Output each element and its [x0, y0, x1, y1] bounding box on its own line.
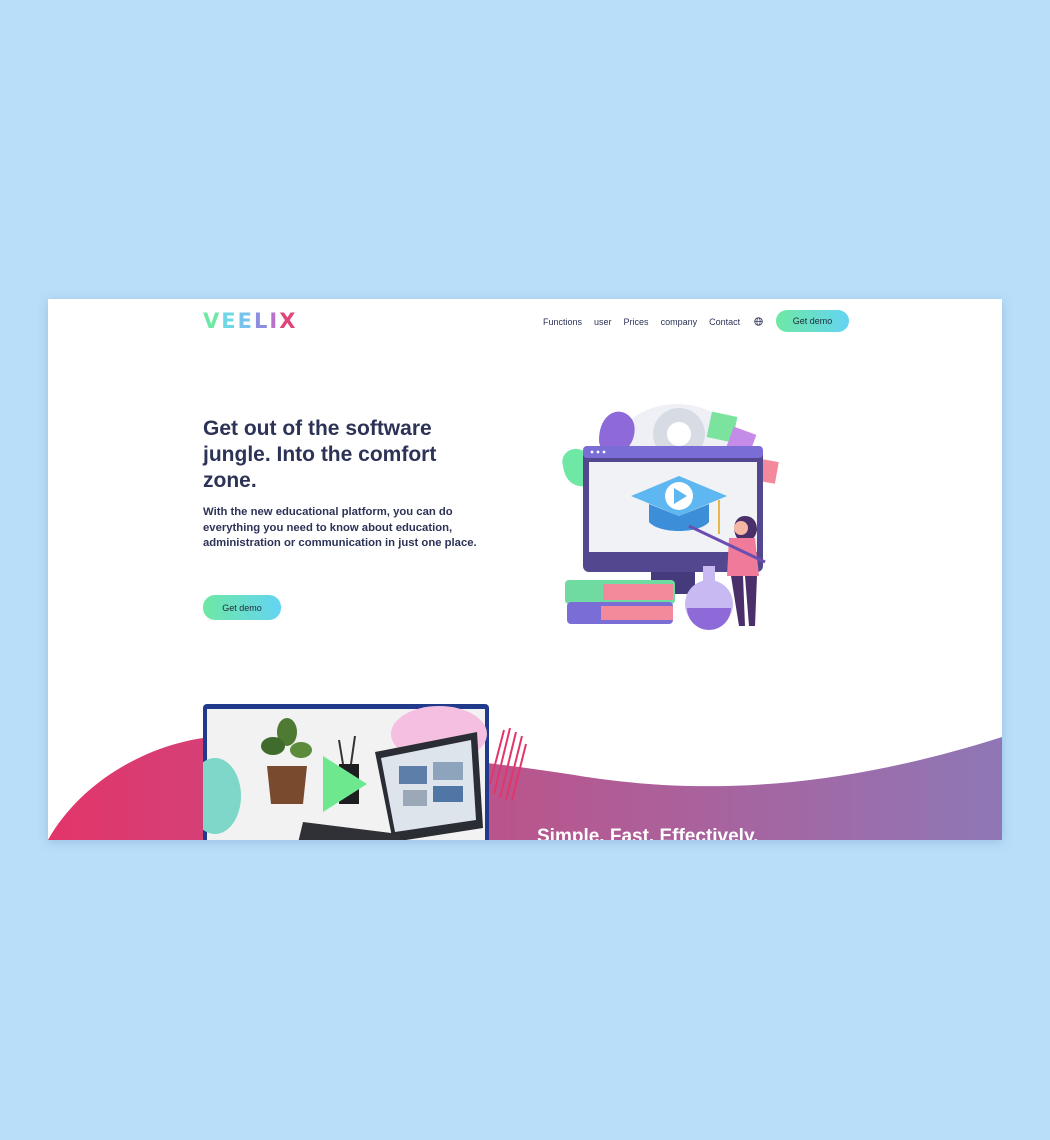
website-screenshot: V E E L I X Functions user Prices compan…	[48, 299, 1002, 840]
stripes-decoration	[489, 727, 527, 801]
section-heading: Simple. Fast. Effectively.	[537, 826, 759, 840]
laptop-video-thumbnail[interactable]	[203, 704, 489, 840]
